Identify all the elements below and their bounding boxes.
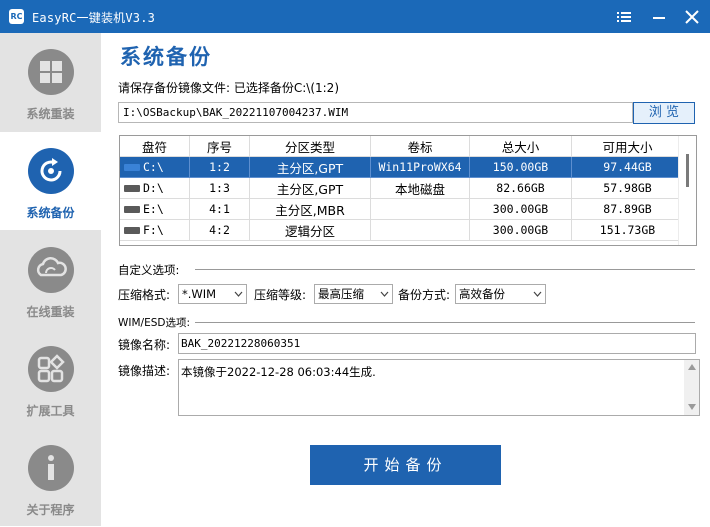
sidebar-item-label: 扩展工具	[26, 404, 75, 418]
info-icon	[28, 445, 74, 491]
browse-button[interactable]: 浏 览	[633, 102, 695, 124]
backup-mode-select[interactable]: 高效备份	[455, 284, 546, 304]
drive-icon	[124, 206, 140, 213]
compress-format-label: 压缩格式:	[118, 288, 171, 302]
table-row[interactable]: F:\ 4:2 逻辑分区 300.00GB 151.73GB	[120, 219, 684, 241]
image-name-label: 镜像名称:	[118, 338, 171, 352]
volume-label	[370, 198, 470, 220]
main-panel: 系统备份 请保存备份镜像文件: 已选择备份C:\(1:2) I:\OSBacku…	[101, 33, 710, 526]
image-name-input[interactable]: BAK_20221228060351	[178, 333, 696, 354]
backup-mode-value: 高效备份	[459, 287, 505, 301]
wim-options-label: WIM/ESD选项:	[118, 317, 190, 329]
drive-letter: C:\	[143, 160, 164, 174]
custom-options-label: 自定义选项:	[118, 263, 180, 277]
menu-icon[interactable]	[612, 5, 636, 29]
sidebar: 系统重装 系统备份 在线重装 扩展工具 关于程序	[0, 33, 101, 526]
volume-label: Win11ProWX64	[370, 156, 470, 178]
section-divider	[195, 322, 695, 323]
sidebar-item-extension-tools[interactable]: 扩展工具	[0, 330, 101, 428]
partition-index: 1:2	[189, 156, 250, 178]
sidebar-item-online-reinstall[interactable]: 在线重装	[0, 231, 101, 329]
app-logo-icon: RC	[9, 9, 24, 24]
scroll-up-icon[interactable]	[688, 364, 696, 370]
compress-level-value: 最高压缩	[318, 287, 364, 301]
textarea-scrollbar[interactable]	[684, 360, 699, 415]
total-size: 300.00GB	[469, 219, 572, 241]
drive-letter: F:\	[143, 223, 164, 237]
partition-index: 1:3	[189, 177, 250, 199]
compress-level-select[interactable]: 最高压缩	[314, 284, 393, 304]
chevron-down-icon	[234, 291, 243, 297]
compress-format-select[interactable]: *.WIM	[178, 284, 247, 304]
close-icon[interactable]	[680, 5, 704, 29]
chevron-down-icon	[380, 291, 389, 297]
cloud-sync-icon	[28, 247, 74, 293]
table-header-row: 盘符 序号 分区类型 卷标 总大小 可用大小	[120, 136, 684, 157]
scroll-down-icon[interactable]	[688, 404, 696, 410]
table-row[interactable]: D:\ 1:3 主分区,GPT 本地磁盘 82.66GB 57.98GB	[120, 177, 684, 199]
volume-label	[370, 219, 470, 241]
page-title: 系统备份	[120, 45, 212, 69]
partition-type: 主分区,GPT	[249, 177, 371, 199]
windows-drive-icon	[124, 164, 140, 171]
partition-type: 逻辑分区	[249, 219, 371, 241]
image-desc-label: 镜像描述:	[118, 364, 171, 378]
free-size: 151.73GB	[571, 219, 684, 241]
drive-icon	[124, 185, 140, 192]
partition-type: 主分区,MBR	[249, 198, 371, 220]
scrollbar-thumb[interactable]	[686, 154, 689, 187]
start-backup-button[interactable]: 开始备份	[310, 445, 501, 485]
compress-format-value: *.WIM	[182, 287, 217, 301]
free-size: 57.98GB	[571, 177, 684, 199]
sidebar-item-system-reinstall[interactable]: 系统重装	[0, 33, 101, 131]
image-desc-value: 本镜像于2022-12-28 06:03:44生成.	[181, 365, 376, 379]
windows-icon	[28, 49, 74, 95]
partition-index: 4:1	[189, 198, 250, 220]
table-row[interactable]: C:\ 1:2 主分区,GPT Win11ProWX64 150.00GB 97…	[120, 156, 684, 178]
section-divider	[195, 269, 695, 270]
table-scrollbar[interactable]	[678, 136, 696, 245]
backup-mode-label: 备份方式:	[398, 288, 451, 302]
sidebar-item-system-backup[interactable]: 系统备份	[0, 132, 101, 230]
backup-icon	[28, 148, 74, 194]
column-header: 可用大小	[571, 136, 684, 157]
free-size: 97.44GB	[571, 156, 684, 178]
partition-table: 盘符 序号 分区类型 卷标 总大小 可用大小 C:\ 1:2 主分区,GPT W…	[119, 135, 697, 246]
volume-label: 本地磁盘	[370, 177, 470, 199]
title-bar: RC EasyRC一键装机V3.3	[0, 0, 710, 33]
free-size: 87.89GB	[571, 198, 684, 220]
column-header: 分区类型	[249, 136, 371, 157]
drive-letter: D:\	[143, 181, 164, 195]
tools-grid-icon	[28, 346, 74, 392]
column-header: 盘符	[120, 136, 190, 157]
compress-level-label: 压缩等级:	[254, 288, 307, 302]
partition-type: 主分区,GPT	[249, 156, 371, 178]
total-size: 150.00GB	[469, 156, 572, 178]
column-header: 总大小	[469, 136, 572, 157]
minimize-icon[interactable]	[647, 5, 671, 29]
column-header: 卷标	[370, 136, 470, 157]
window-title: EasyRC一键装机V3.3	[32, 11, 156, 25]
image-desc-textarea[interactable]: 本镜像于2022-12-28 06:03:44生成.	[178, 359, 700, 416]
column-header: 序号	[189, 136, 250, 157]
sidebar-item-label: 系统重装	[26, 107, 75, 121]
backup-path-input[interactable]: I:\OSBackup\BAK_20221107004237.WIM	[118, 102, 633, 123]
total-size: 82.66GB	[469, 177, 572, 199]
save-prompt: 请保存备份镜像文件: 已选择备份C:\(1:2)	[118, 81, 339, 95]
chevron-down-icon	[533, 291, 542, 297]
sidebar-item-label: 在线重装	[26, 305, 75, 319]
drive-letter: E:\	[143, 202, 164, 216]
table-row[interactable]: E:\ 4:1 主分区,MBR 300.00GB 87.89GB	[120, 198, 684, 220]
sidebar-item-about[interactable]: 关于程序	[0, 429, 101, 527]
sidebar-item-label: 系统备份	[26, 206, 75, 220]
drive-icon	[124, 227, 140, 234]
sidebar-item-label: 关于程序	[26, 503, 75, 517]
total-size: 300.00GB	[469, 198, 572, 220]
partition-index: 4:2	[189, 219, 250, 241]
